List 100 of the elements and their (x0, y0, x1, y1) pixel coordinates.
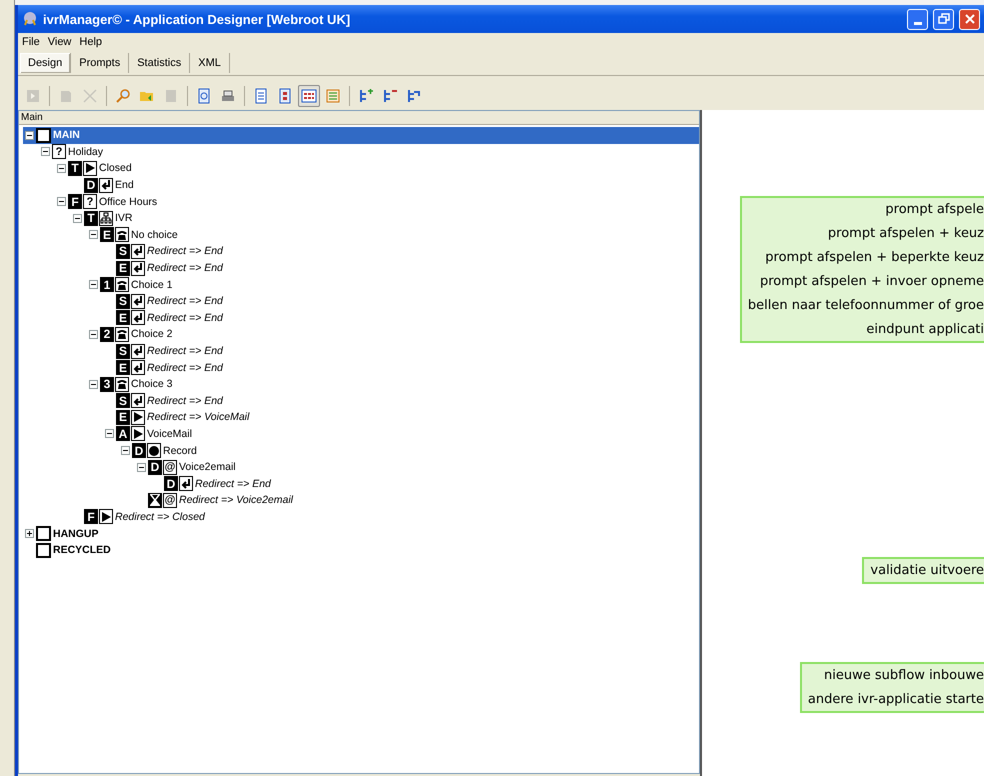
minimize-icon (914, 22, 922, 24)
restore-button[interactable] (933, 8, 954, 30)
callout-text: prompt afspelen + keuz (828, 226, 984, 241)
node-label: End (115, 179, 134, 192)
tree-item[interactable]: D @ Voice2email (135, 458, 699, 476)
node-badge: F (68, 194, 82, 210)
node-badge: D (132, 443, 146, 458)
collapse-icon[interactable] (120, 446, 130, 456)
document-icon (58, 88, 74, 104)
node-badge: 1 (100, 277, 114, 292)
callout-text: andere ivr-applicatie starte (808, 692, 984, 707)
node-badge: E (116, 410, 130, 425)
tree-icon (406, 88, 422, 104)
collapse-icon[interactable] (40, 147, 50, 156)
node-badge: E (100, 227, 114, 242)
menu-item[interactable]: Help (79, 36, 102, 48)
collapse-icon[interactable] (88, 330, 98, 339)
node-badge: D (84, 178, 98, 193)
tree-item[interactable]: S Redirect => End (103, 392, 699, 410)
collapse-icon[interactable] (88, 230, 98, 240)
square-icon (36, 128, 51, 143)
page-icon (277, 88, 293, 104)
block-icon (163, 88, 179, 104)
collapse-icon[interactable] (56, 197, 66, 206)
menu-item[interactable]: View (48, 36, 72, 48)
minimize-button[interactable] (907, 8, 928, 30)
window-title: ivrManager© - Application Designer [Webroot UK] (43, 12, 352, 26)
tab[interactable]: XML (190, 53, 230, 73)
callout-text: bellen naar telefoonnummer of groe (748, 298, 984, 313)
tree-item[interactable]: T IVR (71, 210, 699, 227)
play-icon (84, 162, 96, 174)
tree-item[interactable]: RECYCLED (23, 542, 699, 558)
collapse-icon[interactable] (88, 380, 98, 389)
collapse-icon[interactable] (104, 429, 114, 438)
collapse-icon[interactable] (136, 462, 146, 472)
tree-item[interactable]: 2 Choice 2 (87, 326, 699, 343)
node-badge: D (164, 476, 178, 492)
square-icon (36, 542, 51, 558)
callout-text: validatie uitvoere (870, 563, 984, 578)
node-label: Redirect => End (147, 362, 223, 374)
tree-item[interactable]: S Redirect => End (103, 243, 699, 260)
node-badge: T (84, 210, 98, 226)
menu-item[interactable]: File (22, 36, 40, 48)
tree-item[interactable]: E Redirect => End (103, 260, 699, 276)
tree-item[interactable]: ? Holiday (39, 144, 699, 160)
tree-item[interactable]: MAIN (23, 127, 699, 144)
tree-item[interactable]: 1 Choice 1 (87, 276, 699, 293)
collapse-icon[interactable] (88, 280, 98, 290)
return-arrow-icon (180, 478, 192, 490)
node-badge: S (116, 344, 130, 359)
node-label: VoiceMail (147, 428, 192, 440)
tree-item[interactable]: A VoiceMail (103, 426, 699, 442)
node-badge: E (116, 310, 130, 326)
node-badge: E (116, 360, 130, 376)
tree-item[interactable]: T Closed (55, 160, 699, 177)
return-arrow-icon (132, 312, 144, 324)
phone-icon (116, 328, 128, 340)
tree-item[interactable]: F Redirect => Closed (71, 508, 699, 526)
callout-text: prompt afspelen + invoer opneme (760, 274, 984, 289)
expand-icon[interactable] (24, 529, 34, 538)
tab[interactable]: Prompts (71, 53, 130, 73)
collapse-icon[interactable] (56, 164, 66, 173)
node-label: Redirect => End (147, 394, 223, 407)
node-label: Redirect => End (147, 245, 223, 258)
tree-item[interactable]: F ? Office Hours (55, 193, 699, 210)
tree-item[interactable]: D Record (119, 442, 699, 459)
return-arrow-icon (132, 262, 144, 274)
tree-item[interactable]: D Redirect => End (151, 475, 699, 492)
close-button[interactable] (959, 8, 980, 30)
close-icon (964, 14, 974, 24)
at-sign-icon: @ (163, 492, 177, 508)
tree-remove-icon (382, 88, 398, 104)
tree-item[interactable]: E No choice (87, 226, 699, 244)
tree-item[interactable]: E Redirect => VoiceMail (103, 409, 699, 426)
at-sign-icon: @ (163, 460, 177, 475)
hourglass-icon (148, 492, 162, 508)
tree-item[interactable]: S Redirect => End (103, 292, 699, 310)
question-mark-icon: ? (83, 194, 97, 210)
tab[interactable]: Statistics (129, 53, 190, 73)
toolbar-button[interactable] (298, 85, 320, 107)
tab[interactable]: Design (20, 53, 72, 73)
tree-item[interactable]: E Redirect => End (103, 359, 699, 376)
tree-item[interactable]: D End (71, 176, 699, 194)
return-arrow-icon (132, 394, 144, 407)
tree-item[interactable]: S Redirect => End (103, 342, 699, 360)
return-arrow-icon (132, 345, 144, 358)
tree-item[interactable]: @ Redirect => Voice2email (135, 492, 699, 509)
tree-item[interactable]: E Redirect => End (103, 310, 699, 326)
collapse-icon[interactable] (24, 130, 34, 140)
node-label: Redirect => End (147, 345, 223, 358)
node-label: No choice (131, 228, 178, 241)
play-icon (132, 411, 144, 424)
node-label: Holiday (68, 146, 104, 158)
collapse-icon[interactable] (72, 214, 82, 223)
callout-text: eindpunt applicati (866, 322, 984, 337)
tree-item[interactable]: 3 Choice 3 (87, 376, 699, 392)
phone-icon (116, 378, 128, 390)
node-badge: 2 (100, 326, 114, 342)
tree-item[interactable]: HANGUP (23, 525, 699, 542)
node-label: Redirect => Voice2email (179, 494, 294, 506)
